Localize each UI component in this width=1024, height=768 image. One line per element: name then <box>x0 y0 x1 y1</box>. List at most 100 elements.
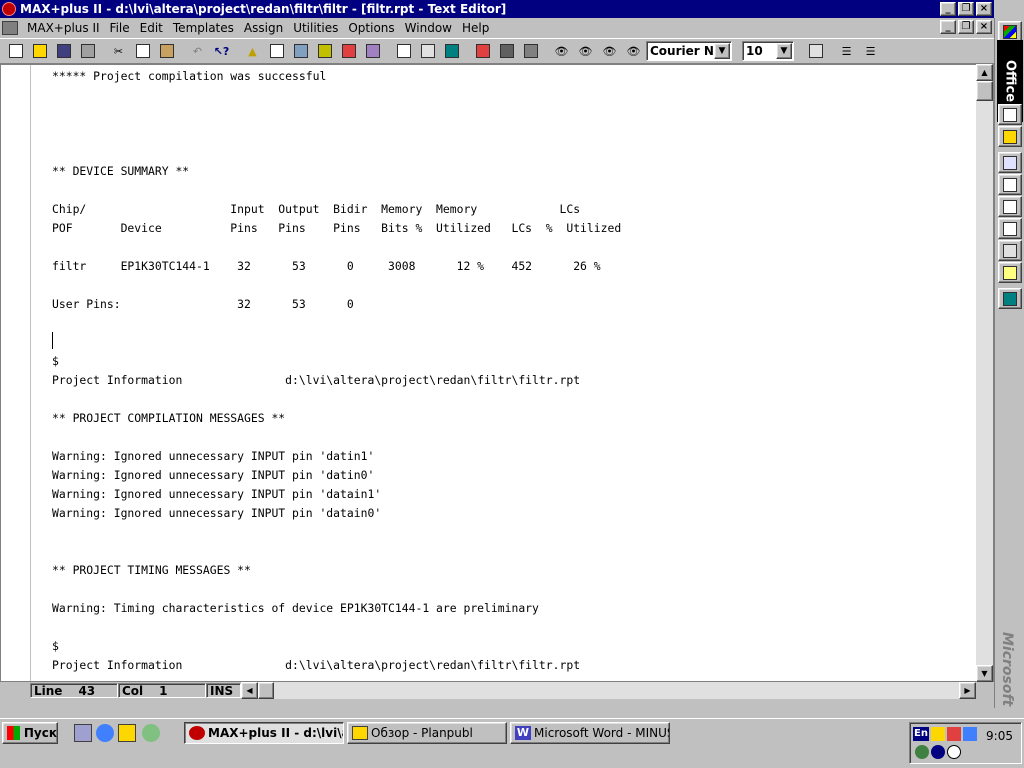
compiler-button[interactable] <box>289 40 312 62</box>
hscroll-thumb[interactable] <box>258 682 274 699</box>
scroll-down-button[interactable]: ▼ <box>976 665 993 682</box>
language-indicator[interactable]: En <box>913 727 929 741</box>
office-menu-button[interactable] <box>998 21 1022 42</box>
editor-line[interactable]: User Pins: 32 53 0 <box>52 295 621 314</box>
project-top-button[interactable] <box>440 40 463 62</box>
editor-line[interactable] <box>52 314 621 333</box>
save-simulate-button[interactable] <box>519 40 542 62</box>
find-matching-button[interactable]: 👁 <box>622 40 645 62</box>
editor-line[interactable]: Warning: Ignored unnecessary INPUT pin '… <box>52 466 621 485</box>
chevron-down-icon[interactable]: ▼ <box>776 43 792 59</box>
scroll-left-button[interactable]: ◀ <box>241 682 258 699</box>
scroll-up-button[interactable]: ▲ <box>976 64 993 81</box>
chevron-down-icon[interactable]: ▼ <box>714 43 730 59</box>
outlook-express-icon[interactable] <box>118 724 136 742</box>
save-button[interactable] <box>52 40 75 62</box>
menu-options[interactable]: Options <box>343 21 399 35</box>
doc-minimize-button[interactable]: _ <box>940 20 956 34</box>
editor-line[interactable]: $ <box>52 637 621 656</box>
scheduler-icon[interactable] <box>915 745 929 759</box>
internet-explorer-icon[interactable] <box>96 724 114 742</box>
norton-icon[interactable] <box>931 745 945 759</box>
outdent-button[interactable]: ☰ <box>859 40 882 62</box>
editor-line[interactable]: Project Information d:\lvi\altera\projec… <box>52 656 621 675</box>
text-editor[interactable]: ***** Project compilation was successful… <box>0 64 994 682</box>
editor-line[interactable]: Project Information d:\lvi\altera\projec… <box>52 371 621 390</box>
context-help-button[interactable]: ↖? <box>210 40 233 62</box>
minimize-button[interactable]: _ <box>940 2 956 16</box>
programmer-button[interactable] <box>361 40 384 62</box>
office-journal-button[interactable] <box>998 240 1022 261</box>
network-icon[interactable] <box>963 727 977 741</box>
editor-line[interactable] <box>52 276 621 295</box>
scroll-thumb[interactable] <box>976 81 993 101</box>
menu-templates[interactable]: Templates <box>168 21 239 35</box>
doc-restore-button[interactable]: ❐ <box>958 20 974 34</box>
font-size-select[interactable]: 10 ▼ <box>742 41 794 61</box>
clock-icon[interactable] <box>947 745 961 759</box>
simulator-button[interactable] <box>313 40 336 62</box>
paste-button[interactable] <box>155 40 178 62</box>
menu-window[interactable]: Window <box>400 21 457 35</box>
editor-line[interactable] <box>52 181 621 200</box>
menu-utilities[interactable]: Utilities <box>288 21 343 35</box>
maxplus-app-icon[interactable] <box>2 2 16 16</box>
office-contact-button[interactable] <box>998 218 1022 239</box>
cut-button[interactable]: ✂ <box>107 40 130 62</box>
timing-analyzer-button[interactable] <box>337 40 360 62</box>
menu-help[interactable]: Help <box>457 21 494 35</box>
editor-line[interactable]: ** PROJECT TIMING MESSAGES ** <box>52 561 621 580</box>
office-send-message-button[interactable] <box>998 152 1022 173</box>
editor-line[interactable] <box>52 238 621 257</box>
editor-line[interactable] <box>52 390 621 409</box>
menu-assign[interactable]: Assign <box>239 21 288 35</box>
undo-button[interactable]: ↶ <box>186 40 209 62</box>
find-next-button[interactable]: 👁 <box>598 40 621 62</box>
editor-line[interactable]: ** PROJECT COMPILATION MESSAGES ** <box>52 409 621 428</box>
editor-line[interactable]: Warning: Ignored unnecessary INPUT pin '… <box>52 485 621 504</box>
indent-button[interactable]: ☰ <box>835 40 858 62</box>
editor-line[interactable] <box>52 618 621 637</box>
close-button[interactable]: × <box>976 2 992 16</box>
open-project-button[interactable] <box>392 40 415 62</box>
editor-line[interactable] <box>52 105 621 124</box>
editor-line[interactable] <box>52 542 621 561</box>
editor-line[interactable] <box>52 580 621 599</box>
window-titlebar[interactable]: MAX+plus II - d:\lvi\altera\project\reda… <box>0 0 994 18</box>
channels-icon[interactable] <box>142 724 160 742</box>
tray-app-icon[interactable] <box>947 727 961 741</box>
task-explorer[interactable]: Обзор - Planpubl <box>347 722 507 744</box>
font-name-select[interactable]: Courier Ne ▼ <box>646 41 732 61</box>
editor-content[interactable]: ***** Project compilation was successful… <box>52 67 621 675</box>
menu-maxplus[interactable]: MAX+plus II <box>22 21 105 35</box>
save-project-button[interactable] <box>416 40 439 62</box>
office-appointment-button[interactable] <box>998 174 1022 195</box>
print-button[interactable] <box>76 40 99 62</box>
volume-icon[interactable] <box>931 727 945 741</box>
vertical-scrollbar[interactable]: ▲ ▼ <box>976 64 993 682</box>
editor-line[interactable]: Warning: Timing characteristics of devic… <box>52 599 621 618</box>
editor-line[interactable]: ** DEVICE SUMMARY ** <box>52 162 621 181</box>
doc-close-button[interactable]: × <box>976 20 992 34</box>
find-button[interactable]: 👁 <box>550 40 573 62</box>
copy-button[interactable] <box>131 40 154 62</box>
tray-clock[interactable]: 9:05 <box>986 729 1013 743</box>
save-compile-button[interactable] <box>495 40 518 62</box>
hierarchy-display-button[interactable]: ▲ <box>241 40 264 62</box>
office-note-button[interactable] <box>998 262 1022 283</box>
editor-line[interactable]: POF Device Pins Pins Pins Bits % Utilize… <box>52 219 621 238</box>
editor-line[interactable] <box>52 428 621 447</box>
editor-line[interactable] <box>52 86 621 105</box>
show-desktop-icon[interactable] <box>74 724 92 742</box>
restore-button[interactable]: ❐ <box>958 2 974 16</box>
editor-line[interactable]: $ <box>52 352 621 371</box>
horizontal-scrollbar[interactable]: ◀ ▶ <box>241 682 976 699</box>
editor-line[interactable]: Chip/ Input Output Bidir Memory Memory L… <box>52 200 621 219</box>
task-word[interactable]: W Microsoft Word - MINUSM... <box>510 722 670 744</box>
editor-line[interactable] <box>52 143 621 162</box>
office-new-document-button[interactable] <box>998 104 1022 125</box>
editor-line[interactable] <box>52 523 621 542</box>
office-binder-button[interactable] <box>998 288 1022 309</box>
scroll-right-button[interactable]: ▶ <box>959 682 976 699</box>
editor-line[interactable]: ***** Project compilation was successful <box>52 67 621 86</box>
